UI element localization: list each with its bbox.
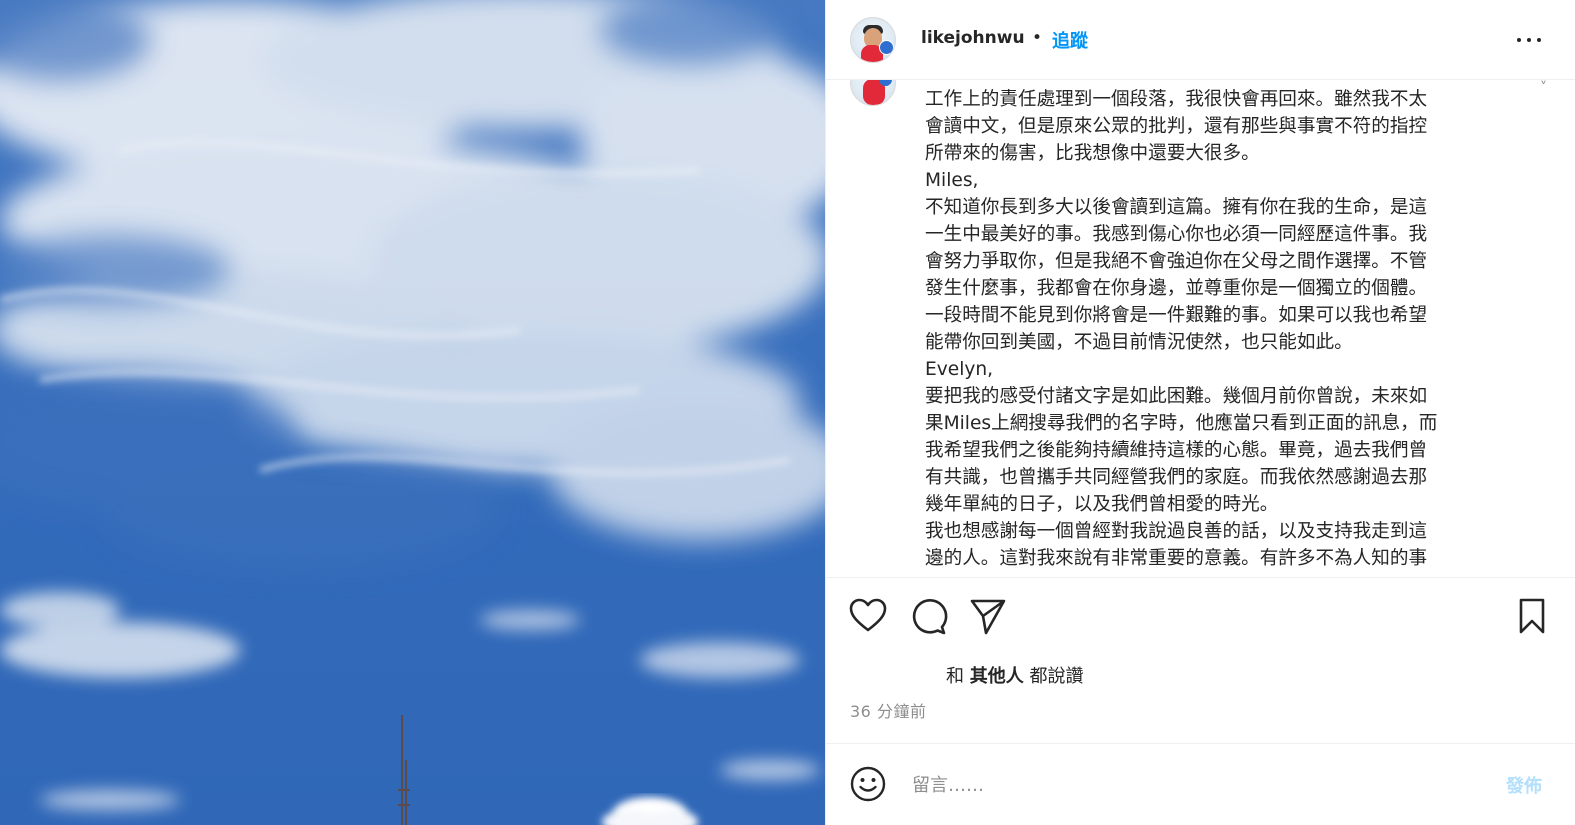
liked-by-prefix: 和	[946, 666, 964, 687]
caption-line: 發生什麼事，我都會在你身邊，並尊重你是一個獨立的個體。	[925, 278, 1428, 299]
heart-icon[interactable]	[848, 596, 888, 636]
send-icon[interactable]	[968, 596, 1008, 636]
caption-line: Miles,	[925, 170, 979, 191]
others-link[interactable]: 其他人	[970, 666, 1024, 687]
post-timestamp[interactable]: 36 分鐘前	[850, 698, 926, 722]
caption-line: 工作上的責任處理到一個段落，我很快會再回來。雖然我不太	[925, 89, 1428, 110]
sky-clouds-image	[0, 0, 825, 825]
post-detail-panel: likejohnwu • 追蹤 ˅ 工作上的責任處理到一個段落，我很快會再回來。…	[825, 0, 1575, 825]
caption-avatar[interactable]	[850, 80, 896, 106]
comment-input[interactable]	[910, 770, 1474, 800]
liked-by-suffix: 都說讚	[1029, 666, 1084, 687]
caption-line: 果Miles上網搜尋我們的名字時，他應當只看到正面的訊息，而	[925, 413, 1438, 434]
caption-line: 會努力爭取你，但是我絕不會強迫你在父母之間作選擇。不管	[925, 251, 1428, 272]
caption-line: 有共識，也曾攜手共同經營我們的家庭。而我依然感謝過去那	[925, 467, 1428, 488]
username-link[interactable]: likejohnwu	[921, 28, 1025, 48]
caption-line: 不知道你長到多大以後會讀到這篇。擁有你在我的生命，是這	[925, 197, 1428, 218]
caption-line: 我希望我們之後能夠持續維持這樣的心態。畢竟，過去我們曾	[925, 440, 1428, 461]
caption-line: 幾年單純的日子，以及我們曾相愛的時光。	[925, 494, 1279, 515]
action-bar	[826, 590, 1575, 646]
caption-line: 一段時間不能見到你將會是一件艱難的事。如果可以我也希望	[925, 305, 1428, 326]
caption-line: 所帶來的傷害，比我想像中還要大很多。	[925, 143, 1260, 164]
caption-line: 一生中最美好的事。我感到傷心你也必須一同經歷這件事。我	[925, 224, 1428, 245]
caption-line: 會讀中文，但是原來公眾的批判，還有那些與事實不符的指控	[925, 116, 1428, 137]
scroll-indicator: ˅	[1540, 80, 1547, 96]
caption-line: 要把我的感受付諸文字是如此困難。幾個月前你曾說，未來如	[925, 386, 1428, 407]
post-comment-button[interactable]: 發佈	[1506, 772, 1542, 798]
bookmark-icon[interactable]	[1512, 596, 1552, 636]
caption-line: 我也想感謝每一個曾經對我說過良善的話，以及支持我走到這	[925, 521, 1428, 542]
liked-by-text: 和 其他人 都說讚	[946, 662, 1083, 688]
comment-icon[interactable]	[908, 596, 948, 636]
caption-scroll-area[interactable]: ˅ 工作上的責任處理到一個段落，我很快會再回來。雖然我不太 會讀中文，但是原來公眾…	[826, 80, 1575, 578]
caption-line: 能帶你回到美國，不過目前情況使然，也只能如此。	[925, 332, 1353, 353]
caption-line: 邊的人。這對我來說有非常重要的意義。有許多不為人知的事	[925, 548, 1428, 569]
avatar[interactable]	[850, 17, 896, 63]
post-photo[interactable]	[0, 0, 825, 825]
more-horizontal-icon[interactable]	[1514, 26, 1544, 54]
caption-line: Evelyn,	[925, 359, 994, 380]
comment-box: 發佈	[826, 743, 1575, 825]
separator-dot: •	[1032, 28, 1043, 48]
emoji-icon[interactable]	[848, 764, 888, 804]
post-caption: 工作上的責任處理到一個段落，我很快會再回來。雖然我不太 會讀中文，但是原來公眾的批…	[925, 86, 1500, 572]
follow-button[interactable]: 追蹤	[1052, 27, 1088, 53]
post-header: likejohnwu • 追蹤	[826, 0, 1575, 80]
